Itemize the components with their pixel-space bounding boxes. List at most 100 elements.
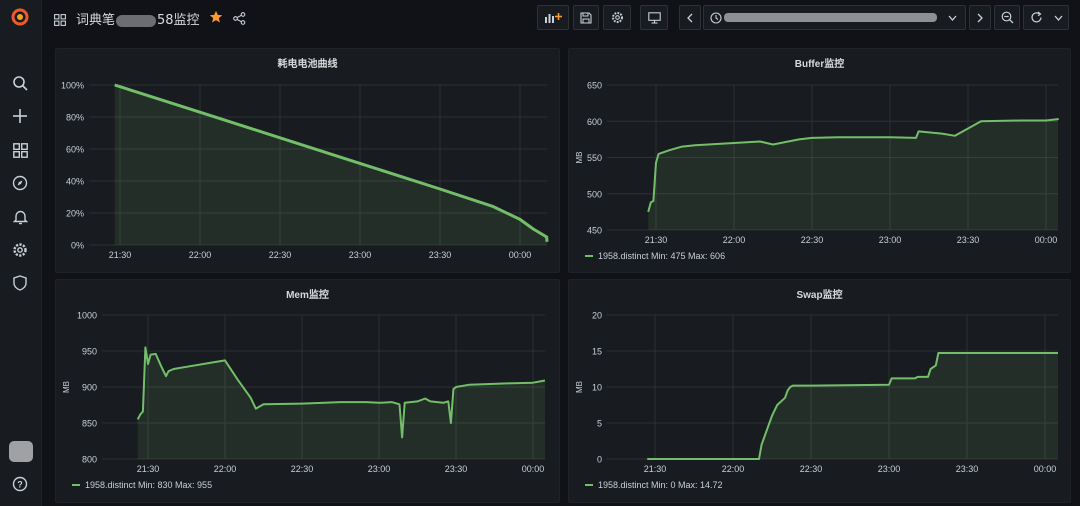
x-tick-label: 00:00 [522,464,545,474]
redacted-text [116,14,157,27]
save-icon [580,11,592,24]
dashboard-settings-button[interactable] [603,5,631,30]
legend-text[interactable]: 1958.distinct Min: 475 Max: 606 [598,251,725,261]
svg-text:?: ? [17,480,23,490]
x-tick-label: 22:30 [801,235,824,245]
dashboard-title[interactable]: 词典笔 58监控 [76,9,200,28]
y-tick-label: 500 [587,189,602,199]
y-tick-label: 950 [82,347,97,357]
chevron-down-icon [948,15,957,21]
dashboard-title-suffix: 58监控 [157,13,200,28]
buffer-chart[interactable]: 450 500 550 600 650 21:30 22:00 22:30 23:00 23:30… [569,49,1072,274]
time-shift-forward-button[interactable] [969,5,991,30]
refresh-button[interactable] [1023,5,1069,30]
monitor-icon [647,11,661,24]
grafana-logo[interactable] [9,6,31,28]
y-tick-label: 60% [66,145,84,155]
y-tick-label: 550 [587,153,602,163]
chevron-left-icon [687,13,693,22]
refresh-icon [1030,11,1042,23]
dashboard-title-prefix: 词典笔 [76,13,116,28]
y-tick-label: 5 [597,419,602,429]
y-tick-label: 20 [592,311,602,321]
panel-swap[interactable]: Swap监控 0 5 10 15 20 21:30 22:00 22:30 23:00 23:30… [568,279,1071,503]
top-navbar: 词典笔 58监控 [42,0,1080,38]
y-tick-label: 0 [597,455,602,465]
panel-battery[interactable]: 耗电电池曲线 0% 20% 40% 60% 80% 100% 21:30 22:00 22:30… [55,48,560,273]
x-tick-label: 23:00 [878,464,901,474]
share-icon[interactable] [233,10,246,29]
chevron-down-icon [1054,15,1062,21]
x-tick-label: 23:00 [879,235,902,245]
x-tick-label: 23:30 [957,235,980,245]
y-axis-label: MB [575,152,584,164]
gear-icon [611,12,623,23]
battery-chart[interactable]: 0% 20% 40% 60% 80% 100% 21:30 22:00 22:30 23:00 23… [56,49,561,274]
x-tick-label: 22:00 [214,464,237,474]
dashboard-grid-icon [54,11,66,30]
y-tick-label: 15 [592,347,602,357]
y-tick-label: 100% [61,81,84,91]
zoom-out-icon [1001,11,1013,24]
time-range-picker[interactable] [703,5,966,30]
legend-text[interactable]: 1958.distinct Min: 0 Max: 14.72 [598,480,723,490]
y-tick-label: 40% [66,177,84,187]
x-tick-label: 22:30 [269,250,292,260]
swap-chart[interactable]: 0 5 10 15 20 21:30 22:00 22:30 23:00 23:30 00:00 MB… [569,280,1072,504]
chevron-right-icon [977,13,983,22]
x-tick-label: 00:00 [509,250,532,260]
time-shift-back-button[interactable] [679,5,701,30]
y-tick-label: 450 [587,226,602,236]
x-tick-label: 23:00 [349,250,372,260]
series-area [648,119,1058,230]
x-tick-label: 22:30 [291,464,314,474]
clock-icon [710,12,722,24]
y-tick-label: 80% [66,113,84,123]
y-tick-label: 900 [82,383,97,393]
time-range-text [724,13,937,22]
dashboards-icon[interactable] [9,139,31,161]
x-tick-label: 22:00 [722,464,745,474]
y-tick-label: 1000 [77,311,97,321]
y-tick-label: 600 [587,117,602,127]
add-panel-icon [545,13,562,23]
help-icon[interactable]: ? [9,473,31,495]
star-icon[interactable] [209,9,223,28]
series-area [647,353,1058,459]
y-tick-label: 0% [71,241,84,251]
y-tick-label: 650 [587,81,602,91]
mem-chart[interactable]: 800 850 900 950 1000 21:30 22:00 22:30 23:00 23:3… [56,280,561,504]
add-panel-button[interactable] [537,5,569,30]
y-axis-label: MB [62,381,71,393]
search-icon[interactable] [9,72,31,94]
x-tick-label: 23:00 [368,464,391,474]
y-tick-label: 10 [592,383,602,393]
avatar[interactable] [9,441,33,462]
x-tick-label: 23:30 [956,464,979,474]
gear-icon[interactable] [9,239,31,261]
x-tick-label: 22:30 [800,464,823,474]
x-tick-label: 21:30 [109,250,132,260]
zoom-out-button[interactable] [994,5,1020,30]
x-tick-label: 00:00 [1034,464,1057,474]
save-dashboard-button[interactable] [573,5,599,30]
compass-icon[interactable] [9,172,31,194]
plus-icon[interactable] [9,105,31,127]
sidebar: ? [0,0,42,506]
x-tick-label: 23:30 [429,250,452,260]
panel-mem[interactable]: Mem监控 800 850 900 950 1000 21:30 22:00 22:30 23:… [55,279,560,503]
x-tick-label: 21:30 [137,464,160,474]
x-tick-label: 21:30 [644,464,667,474]
bell-icon[interactable] [9,206,31,228]
y-axis-label: MB [575,381,584,393]
tv-mode-button[interactable] [640,5,668,30]
x-tick-label: 00:00 [1035,235,1058,245]
y-tick-label: 20% [66,209,84,219]
legend-text[interactable]: 1958.distinct Min: 830 Max: 955 [85,480,212,490]
panel-buffer[interactable]: Buffer监控 450 500 550 600 650 21:30 22:00 22:30 2… [568,48,1071,273]
series-area [114,85,547,245]
x-tick-label: 22:00 [189,250,212,260]
x-tick-label: 23:30 [445,464,468,474]
x-tick-label: 22:00 [723,235,746,245]
shield-icon[interactable] [9,272,31,294]
